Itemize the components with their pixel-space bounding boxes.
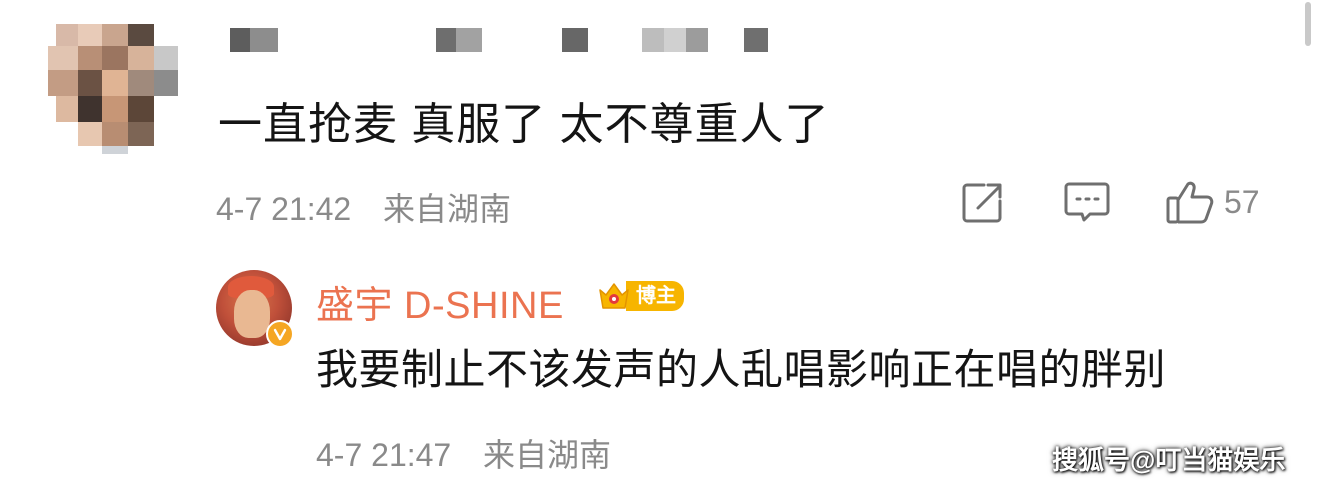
avatar-pixel xyxy=(102,70,128,96)
scrollbar[interactable] xyxy=(1300,0,1320,488)
avatar-pixel xyxy=(102,146,128,154)
avatar-pixel xyxy=(154,46,178,70)
share-button[interactable] xyxy=(962,180,1004,224)
avatar-pixel xyxy=(56,96,78,122)
username-censor xyxy=(250,28,278,52)
avatar-pixel xyxy=(48,46,78,70)
avatar-pixel xyxy=(78,96,102,122)
reply-location: 来自湖南 xyxy=(483,437,612,473)
avatar-pixel xyxy=(128,70,154,96)
crown-icon xyxy=(596,278,632,314)
username-censor xyxy=(230,28,250,52)
username-censor xyxy=(686,28,708,52)
reply-time: 4-7 21:47 xyxy=(316,437,452,473)
comment-thread: 一直抢麦 真服了 太不尊重人了 4-7 21:42 来自湖南 57 盛宇 D-S… xyxy=(0,0,1320,488)
commenter-avatar[interactable] xyxy=(48,24,178,154)
like-icon xyxy=(1166,180,1214,224)
avatar-pixel xyxy=(154,70,178,96)
avatar-pixel xyxy=(78,70,102,96)
verified-icon xyxy=(266,320,294,348)
avatar-pixel xyxy=(102,46,128,70)
avatar-pixel xyxy=(102,122,128,146)
username-censor xyxy=(456,28,482,52)
blogger-badge-label: 博主 xyxy=(626,281,684,311)
avatar-pixel xyxy=(78,122,102,146)
avatar-pixel xyxy=(128,46,154,70)
reply-username[interactable]: 盛宇 D-SHINE xyxy=(316,274,564,329)
avatar-pixel xyxy=(128,122,154,146)
avatar-face xyxy=(234,290,270,338)
comment-meta: 4-7 21:42 来自湖南 xyxy=(216,184,511,230)
avatar-pixel xyxy=(78,24,102,46)
username-censor xyxy=(744,28,768,52)
avatar-pixel xyxy=(102,96,128,122)
blogger-badge: 博主 xyxy=(596,276,684,316)
username-censor xyxy=(562,28,588,52)
comment-button[interactable] xyxy=(1064,180,1110,224)
like-button[interactable]: 57 xyxy=(1166,180,1260,224)
comment-time: 4-7 21:42 xyxy=(216,191,352,227)
avatar-pixel xyxy=(78,46,102,70)
reply-meta: 4-7 21:47 来自湖南 xyxy=(316,430,611,476)
watermark: 搜狐号@叮当猫娱乐 xyxy=(1052,445,1286,475)
scrollbar-thumb[interactable] xyxy=(1305,2,1311,46)
username-censor xyxy=(642,28,664,52)
reply-text: 我要制止不该发声的人乱唱影响正在唱的胖别 xyxy=(316,346,1167,393)
username-censor xyxy=(436,28,456,52)
comment-location: 来自湖南 xyxy=(383,191,512,227)
avatar-pixel xyxy=(128,24,154,46)
avatar-pixel xyxy=(128,96,154,122)
avatar-pixel xyxy=(56,24,78,46)
comment-text: 一直抢麦 真服了 太不尊重人了 xyxy=(218,100,830,149)
share-icon xyxy=(962,181,1004,223)
comment-icon xyxy=(1064,181,1110,223)
avatar-pixel xyxy=(48,70,78,96)
username-censor xyxy=(664,28,686,52)
avatar-pixel xyxy=(102,24,128,46)
like-count: 57 xyxy=(1224,183,1260,220)
